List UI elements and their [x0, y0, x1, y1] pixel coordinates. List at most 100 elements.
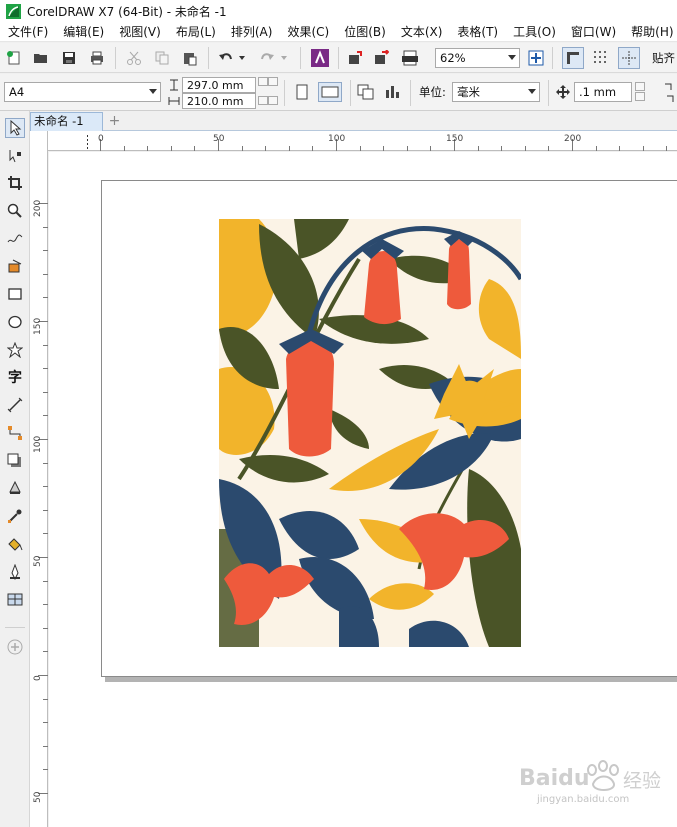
menu-text[interactable]: 文本(X): [401, 23, 443, 40]
crop-tool-icon[interactable]: [5, 173, 25, 193]
page-height-value: 210.0 mm: [187, 94, 244, 108]
print-icon[interactable]: [88, 49, 106, 67]
undo-dropdown-icon[interactable]: [238, 52, 246, 64]
open-folder-icon[interactable]: [32, 49, 50, 67]
toolbar-separator: [350, 80, 351, 106]
toolbox: 字: [0, 111, 30, 827]
toolbar-separator: [410, 80, 411, 106]
interactive-fill-tool-icon[interactable]: [5, 534, 25, 554]
window-title: CorelDRAW X7 (64-Bit) - 未命名 -1: [27, 4, 227, 19]
units-value: 毫米: [457, 85, 480, 99]
units-select[interactable]: 毫米: [452, 82, 540, 102]
page-height-field[interactable]: 210.0 mm: [182, 93, 256, 109]
baidu-jingyan-watermark: Baidu 经验 jingyan.baidu.com: [517, 752, 677, 812]
publish-pdf-icon[interactable]: [400, 49, 420, 67]
menu-file[interactable]: 文件(F): [8, 23, 48, 40]
units-label: 单位:: [419, 85, 446, 99]
cut-icon[interactable]: [125, 49, 143, 67]
page-width-field[interactable]: 297.0 mm: [182, 77, 256, 93]
ruler-label: 0: [98, 134, 104, 144]
smart-drawing-tool-icon[interactable]: [5, 562, 25, 582]
menu-table[interactable]: 表格(T): [457, 23, 498, 40]
portrait-icon[interactable]: [293, 83, 311, 101]
shape-tool-icon[interactable]: [5, 146, 25, 166]
all-pages-icon[interactable]: [356, 83, 376, 101]
pick-tool-icon[interactable]: [5, 118, 25, 138]
current-page-icon[interactable]: [383, 83, 403, 101]
zoom-level-value: 62%: [440, 51, 466, 65]
title-bar: CorelDRAW X7 (64-Bit) - 未命名 -1: [0, 0, 677, 22]
nudge-distance-field[interactable]: .1 mm: [574, 82, 632, 102]
snap-to-button[interactable]: 贴齐: [652, 49, 677, 67]
import-icon[interactable]: [346, 49, 364, 67]
mesh-fill-tool-icon[interactable]: [5, 589, 25, 609]
text-tool-icon[interactable]: 字: [5, 367, 25, 387]
height-spin-up-icon[interactable]: [258, 96, 268, 105]
add-tool-icon[interactable]: [5, 637, 25, 657]
paste-icon[interactable]: [181, 49, 199, 67]
watermark-url: jingyan.baidu.com: [537, 794, 630, 805]
watermark-brand: Baidu: [519, 766, 590, 791]
nudge-spin-down-icon[interactable]: [635, 92, 645, 101]
menu-bar: 文件(F) 编辑(E) 视图(V) 布局(L) 排列(A) 效果(C) 位图(B…: [0, 22, 677, 42]
document-tab[interactable]: 未命名 -1: [30, 112, 103, 131]
dimension-tool-icon[interactable]: [5, 395, 25, 415]
menu-bitmaps[interactable]: 位图(B): [344, 23, 386, 40]
smart-fill-tool-icon[interactable]: [5, 256, 25, 276]
toolbox-separator: [5, 627, 25, 628]
redo-icon[interactable]: [258, 49, 276, 67]
page-size-select[interactable]: A4: [4, 82, 161, 102]
copy-icon[interactable]: [153, 49, 171, 67]
add-tab-icon[interactable]: +: [106, 113, 123, 130]
eyedropper-tool-icon[interactable]: [5, 506, 25, 526]
width-spin-right-icon[interactable]: [268, 77, 278, 86]
width-spin-up-icon[interactable]: [258, 77, 268, 86]
drawing-canvas[interactable]: Baidu 经验 jingyan.baidu.com: [49, 152, 677, 827]
chevron-down-icon: [149, 89, 157, 94]
ruler-label: 200: [33, 199, 43, 217]
zoom-tool-icon[interactable]: [5, 201, 25, 221]
menu-help[interactable]: 帮助(H): [631, 23, 673, 40]
zoom-fit-icon[interactable]: [527, 49, 545, 67]
save-icon[interactable]: [60, 49, 78, 67]
menu-edit[interactable]: 编辑(E): [63, 23, 104, 40]
watermark-brand-cn: 经验: [623, 770, 662, 792]
menu-layout[interactable]: 布局(L): [176, 23, 216, 40]
connector-tool-icon[interactable]: [5, 423, 25, 443]
redo-dropdown-icon[interactable]: [280, 52, 288, 64]
ellipse-tool-icon[interactable]: [5, 312, 25, 332]
new-document-icon[interactable]: [5, 49, 23, 67]
show-guidelines-icon[interactable]: [618, 47, 640, 69]
horizontal-ruler-ticks: [87, 135, 667, 151]
nudge-icon: [554, 83, 572, 101]
duplicate-distance-icon[interactable]: [662, 79, 677, 107]
freehand-tool-icon[interactable]: [5, 229, 25, 249]
undo-icon[interactable]: [217, 49, 235, 67]
menu-window[interactable]: 窗口(W): [571, 23, 616, 40]
horizontal-ruler[interactable]: 0 50 100 150 200: [48, 131, 677, 151]
show-rulers-icon[interactable]: [562, 47, 584, 69]
corel-connect-icon[interactable]: [310, 48, 330, 68]
ruler-label: 50: [33, 555, 43, 567]
vertical-ruler-ticks: [38, 203, 48, 794]
nudge-spin-up-icon[interactable]: [635, 82, 645, 91]
menu-arrange[interactable]: 排列(A): [231, 23, 273, 40]
zoom-level-select[interactable]: 62%: [435, 48, 520, 68]
menu-effects[interactable]: 效果(C): [287, 23, 329, 40]
drop-shadow-tool-icon[interactable]: [5, 451, 25, 471]
ruler-label: 200: [564, 134, 582, 144]
floral-illustration[interactable]: [219, 219, 521, 647]
snap-to-label: 贴齐: [652, 51, 675, 65]
toolbar-separator: [284, 80, 285, 106]
menu-tools[interactable]: 工具(O): [513, 23, 556, 40]
export-icon[interactable]: [372, 49, 390, 67]
vertical-ruler[interactable]: 200 150 100 50 0 50: [30, 131, 48, 827]
ruler-label: 50: [33, 791, 43, 803]
polygon-tool-icon[interactable]: [5, 340, 25, 360]
menu-view[interactable]: 视图(V): [119, 23, 161, 40]
landscape-icon[interactable]: [318, 82, 342, 102]
height-spin-right-icon[interactable]: [268, 96, 278, 105]
show-grid-icon[interactable]: [591, 48, 611, 68]
rectangle-tool-icon[interactable]: [5, 284, 25, 304]
transparency-tool-icon[interactable]: [5, 478, 25, 498]
